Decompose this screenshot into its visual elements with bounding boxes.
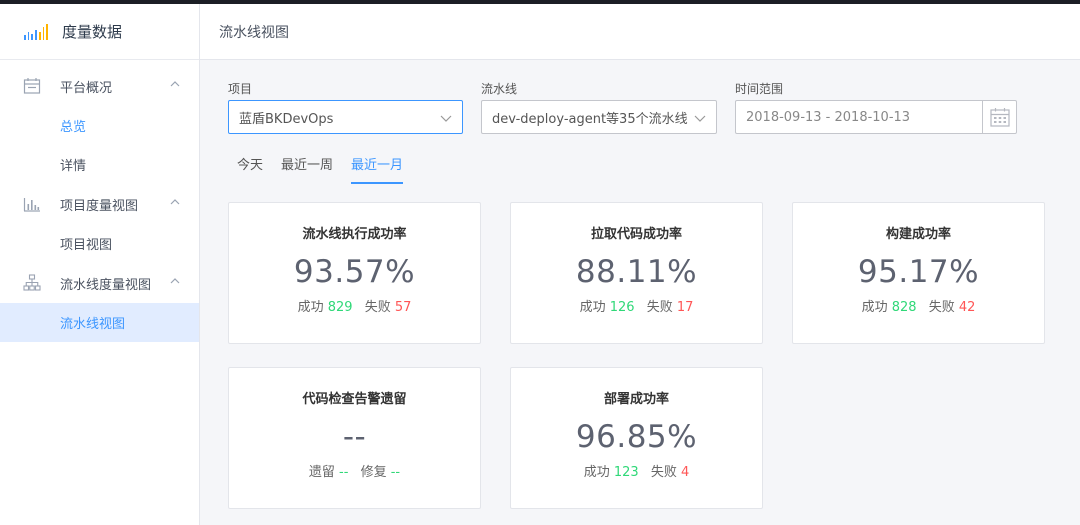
fail-label: 失败	[646, 300, 673, 315]
metric-card-title: 代码检查告警遗留	[302, 392, 407, 407]
fail-label: 失败	[650, 465, 677, 480]
success-count: 123	[613, 465, 639, 480]
fixed-label: 修复	[360, 465, 387, 480]
sidebar-group-project-metrics[interactable]: 项目度量视图	[0, 184, 199, 224]
metric-card-value: 93.57%	[293, 254, 416, 290]
sidebar-group-label: 项目度量视图	[60, 198, 139, 214]
metric-card-title: 部署成功率	[603, 392, 669, 407]
date-range-value: 2018-09-13 - 2018-10-13	[746, 109, 911, 125]
success-count: 828	[891, 300, 917, 315]
metric-card-value: --	[342, 419, 367, 455]
sidebar-item-project-view[interactable]: 项目视图	[0, 224, 199, 263]
success-count: 829	[327, 300, 353, 315]
metric-card-title: 拉取代码成功率	[590, 227, 682, 242]
brand-title: 度量数据	[62, 23, 123, 41]
chevron-down-icon	[440, 115, 452, 122]
main-content: 流水线视图 项目 蓝盾BKDevOps 流水线 dev-deploy-agent…	[200, 4, 1080, 525]
sidebar-item-pipeline-view[interactable]: 流水线视图	[0, 303, 199, 342]
bar-chart-logo-icon	[24, 23, 49, 40]
success-label: 成功	[579, 300, 606, 315]
chevron-up-icon	[170, 199, 180, 205]
metric-card-stats: 成功 123 失败 4	[511, 461, 762, 480]
project-select[interactable]: 蓝盾BKDevOps	[228, 100, 463, 134]
sidebar-item-overview[interactable]: 总览	[0, 106, 199, 145]
metric-card-checkout-success[interactable]: 拉取代码成功率 88.11% 成功 126 失败 17	[510, 202, 763, 344]
metric-card-stats: 成功 126 失败 17	[511, 296, 762, 315]
remaining-label: 遗留	[308, 465, 335, 480]
chevron-up-icon	[170, 81, 180, 87]
time-range-label: 时间范围	[735, 82, 784, 96]
fail-count: 4	[681, 465, 690, 480]
success-label: 成功	[583, 465, 610, 480]
sidebar-menu: 平台概况 总览 详情 项目度量视图 项目视图 流水线度量视图 流水线视图	[0, 60, 199, 342]
metric-card-build-success[interactable]: 构建成功率 95.17% 成功 828 失败 42	[792, 202, 1045, 344]
metric-card-stats: 成功 828 失败 42	[793, 296, 1044, 315]
time-tabs: 今天 最近一周 最近一月	[237, 154, 421, 184]
calendar-icon[interactable]	[982, 101, 1016, 133]
chevron-up-icon	[170, 278, 180, 284]
metric-card-value: 88.11%	[575, 254, 698, 290]
sidebar-group-label: 流水线度量视图	[60, 277, 152, 293]
page-header: 流水线视图	[200, 4, 1080, 60]
success-count: 126	[609, 300, 635, 315]
metric-card-stats: 成功 829 失败 57	[229, 296, 480, 315]
project-select-value: 蓝盾BKDevOps	[239, 111, 334, 127]
chevron-down-icon	[694, 115, 706, 122]
remaining-count: --	[339, 465, 349, 480]
sidebar-item-details[interactable]: 详情	[0, 145, 199, 184]
metric-card-deploy-success[interactable]: 部署成功率 96.85% 成功 123 失败 4	[510, 367, 763, 509]
metric-card-stats: 遗留 -- 修复 --	[229, 461, 480, 480]
project-filter: 项目 蓝盾BKDevOps	[228, 80, 463, 134]
success-label: 成功	[861, 300, 888, 315]
metric-card-value: 95.17%	[857, 254, 980, 290]
project-filter-label: 项目	[228, 82, 253, 96]
tab-last-week[interactable]: 最近一周	[281, 154, 333, 184]
metric-card-title: 流水线执行成功率	[302, 227, 407, 242]
fail-label: 失败	[928, 300, 955, 315]
date-range-input[interactable]: 2018-09-13 - 2018-10-13	[735, 100, 1017, 134]
pipeline-select-value: dev-deploy-agent等35个流水线	[492, 111, 688, 127]
pipeline-filter: 流水线 dev-deploy-agent等35个流水线	[481, 80, 717, 134]
metric-card-value: 96.85%	[575, 419, 698, 455]
hierarchy-icon	[22, 274, 42, 292]
pipeline-filter-label: 流水线	[481, 82, 518, 96]
sidebar: 度量数据 平台概况 总览 详情 项目度量视图 项目视图 流水线度量视图 流水线视…	[0, 4, 200, 525]
fail-count: 42	[958, 300, 976, 315]
pipeline-select[interactable]: dev-deploy-agent等35个流水线	[481, 100, 717, 134]
bar-chart-icon	[22, 195, 42, 213]
brand[interactable]: 度量数据	[0, 4, 199, 60]
fail-count: 57	[394, 300, 412, 315]
success-label: 成功	[297, 300, 324, 315]
tab-today[interactable]: 今天	[237, 154, 263, 184]
metric-card-code-check-alerts[interactable]: 代码检查告警遗留 -- 遗留 -- 修复 --	[228, 367, 481, 509]
fail-label: 失败	[364, 300, 391, 315]
page-title: 流水线视图	[219, 24, 289, 41]
calendar-icon	[22, 77, 42, 95]
metric-card-title: 构建成功率	[885, 227, 951, 242]
tab-last-month[interactable]: 最近一月	[351, 154, 404, 184]
filter-bar: 项目 蓝盾BKDevOps 流水线 dev-deploy-agent等35个流水…	[228, 80, 1035, 134]
time-range-filter: 时间范围 2018-09-13 - 2018-10-13	[735, 80, 1017, 134]
sidebar-group-label: 平台概况	[60, 80, 113, 96]
metric-card-pipeline-success[interactable]: 流水线执行成功率 93.57% 成功 829 失败 57	[228, 202, 481, 344]
sidebar-group-pipeline-metrics[interactable]: 流水线度量视图	[0, 263, 199, 303]
fixed-count: --	[390, 465, 401, 480]
sidebar-group-platform-overview[interactable]: 平台概况	[0, 66, 199, 106]
fail-count: 17	[676, 300, 694, 315]
